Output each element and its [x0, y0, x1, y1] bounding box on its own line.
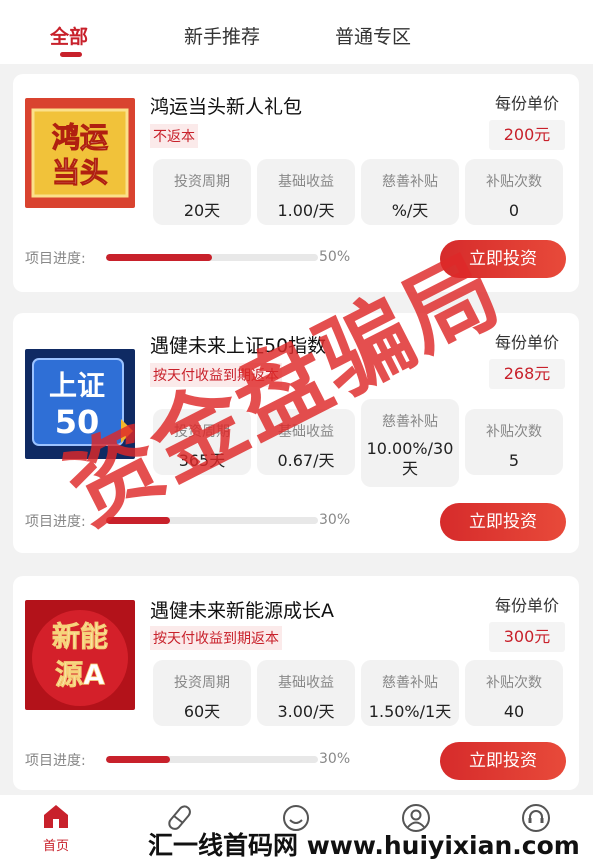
- stat-base-yield: 基础收益 3.00/天: [257, 660, 355, 726]
- progress-percent: 30%: [319, 751, 351, 767]
- stat-value: 1.00/天: [277, 201, 335, 220]
- thumb-text-1: 上证: [49, 369, 105, 402]
- thumb-text-2: 50: [55, 403, 100, 441]
- stat-charity-subsidy: 慈善补贴 10.00%/30天: [361, 399, 459, 487]
- invest-button[interactable]: 立即投资: [440, 240, 566, 278]
- bottom-nav: 首页: [0, 795, 593, 860]
- price-box: 每份单价 268元: [489, 329, 565, 389]
- stat-value: %/天: [391, 201, 429, 220]
- smile-icon: [283, 805, 309, 831]
- stat-value: 1.50%/1天: [368, 702, 452, 721]
- stat-value: 365天: [178, 451, 226, 470]
- product-name: 鸿运当头新人礼包: [150, 96, 303, 118]
- thumb-text-1: 鸿运: [52, 121, 108, 154]
- stat-value: 40: [503, 702, 525, 721]
- stat-charity-subsidy: 慈善补贴 %/天: [361, 159, 459, 225]
- product-card: 鸿运 当头 鸿运当头新人礼包 不返本 每份单价 200元 投资周期 20天 基础…: [13, 74, 579, 292]
- stat-label: 慈善补贴: [382, 414, 438, 430]
- product-tag: 不返本: [150, 124, 198, 148]
- stat-term: 投资周期 60天: [153, 660, 251, 726]
- price-box: 每份单价 200元: [489, 90, 565, 150]
- stat-label: 投资周期: [174, 174, 230, 190]
- progress-label: 项目进度:: [25, 753, 86, 769]
- nav-item-4[interactable]: [386, 803, 446, 837]
- progress-fill: [106, 756, 170, 763]
- thumb-text-2: 当头: [52, 156, 108, 189]
- product-card: 上证 50 遇健未来上证50指数 按天付收益到期返本 每份单价 268元 投资周…: [13, 313, 579, 553]
- tab-newbie[interactable]: 新手推荐: [184, 22, 260, 49]
- progress-percent: 50%: [319, 249, 351, 265]
- stat-label: 基础收益: [278, 424, 334, 440]
- progress-fill: [106, 254, 212, 261]
- thumb-text-2: 源A: [55, 658, 105, 691]
- price-label: 每份单价: [494, 94, 559, 113]
- price-value: 268元: [489, 359, 565, 389]
- stat-value: 0: [508, 201, 520, 220]
- stat-base-yield: 基础收益 0.67/天: [257, 409, 355, 475]
- price-value: 200元: [489, 120, 565, 150]
- stat-value: 10.00%/30天: [366, 439, 454, 478]
- progress-bar: [106, 517, 318, 524]
- stat-label: 慈善补贴: [382, 174, 438, 190]
- stat-label: 补贴次数: [486, 424, 542, 440]
- product-name: 遇健未来新能源成长A: [150, 600, 334, 622]
- price-box: 每份单价 300元: [489, 592, 565, 652]
- product-thumbnail: 上证 50: [25, 349, 135, 459]
- nav-label: 首页: [42, 839, 69, 854]
- stat-label: 补贴次数: [486, 675, 542, 691]
- progress-percent: 30%: [319, 512, 351, 528]
- invest-button[interactable]: 立即投资: [440, 742, 566, 780]
- stat-label: 基础收益: [278, 675, 334, 691]
- nav-item-2[interactable]: [150, 803, 210, 837]
- stat-label: 投资周期: [174, 424, 230, 440]
- stat-value: 5: [508, 451, 520, 470]
- stat-label: 补贴次数: [486, 174, 542, 190]
- stat-charity-subsidy: 慈善补贴 1.50%/1天: [361, 660, 459, 726]
- price-value: 300元: [489, 622, 565, 652]
- progress-label: 项目进度:: [25, 514, 86, 530]
- product-thumbnail: 鸿运 当头: [25, 98, 135, 208]
- stat-term: 投资周期 20天: [153, 159, 251, 225]
- stat-value: 20天: [183, 201, 221, 220]
- pill-icon: [168, 805, 191, 830]
- progress-bar: [106, 756, 318, 763]
- product-thumbnail: 新能 源A: [25, 600, 135, 710]
- stat-label: 基础收益: [278, 174, 334, 190]
- product-tag: 按天付收益到期返本: [150, 626, 282, 650]
- stat-subsidy-count: 补贴次数 0: [465, 159, 563, 225]
- tab-regular[interactable]: 普通专区: [335, 22, 411, 49]
- home-icon: [44, 805, 68, 828]
- stat-subsidy-count: 补贴次数 40: [465, 660, 563, 726]
- price-label: 每份单价: [494, 596, 559, 615]
- active-tab-indicator: [60, 52, 82, 57]
- user-icon: [402, 804, 430, 832]
- stat-base-yield: 基础收益 1.00/天: [257, 159, 355, 225]
- progress-fill: [106, 517, 170, 524]
- nav-item-3[interactable]: [266, 803, 326, 837]
- nav-item-5[interactable]: [506, 803, 566, 837]
- nav-home[interactable]: 首页: [26, 803, 86, 854]
- stat-label: 投资周期: [174, 675, 230, 691]
- product-name: 遇健未来上证50指数: [150, 335, 327, 357]
- stat-subsidy-count: 补贴次数 5: [465, 409, 563, 475]
- stat-value: 0.67/天: [277, 451, 335, 470]
- stat-value: 3.00/天: [277, 702, 335, 721]
- stat-term: 投资周期 365天: [153, 409, 251, 475]
- stat-label: 慈善补贴: [382, 675, 438, 691]
- tab-all[interactable]: 全部: [50, 22, 88, 49]
- progress-bar: [106, 254, 318, 261]
- progress-label: 项目进度:: [25, 251, 86, 267]
- stat-value: 60天: [183, 702, 221, 721]
- category-tabs: 全部 新手推荐 普通专区: [0, 0, 593, 64]
- product-card: 新能 源A 遇健未来新能源成长A 按天付收益到期返本 每份单价 300元 投资周…: [13, 576, 579, 790]
- invest-button[interactable]: 立即投资: [440, 503, 566, 541]
- thumb-text-1: 新能: [52, 620, 108, 653]
- headset-icon: [522, 804, 550, 832]
- price-label: 每份单价: [494, 333, 559, 352]
- product-tag: 按天付收益到期返本: [150, 363, 282, 387]
